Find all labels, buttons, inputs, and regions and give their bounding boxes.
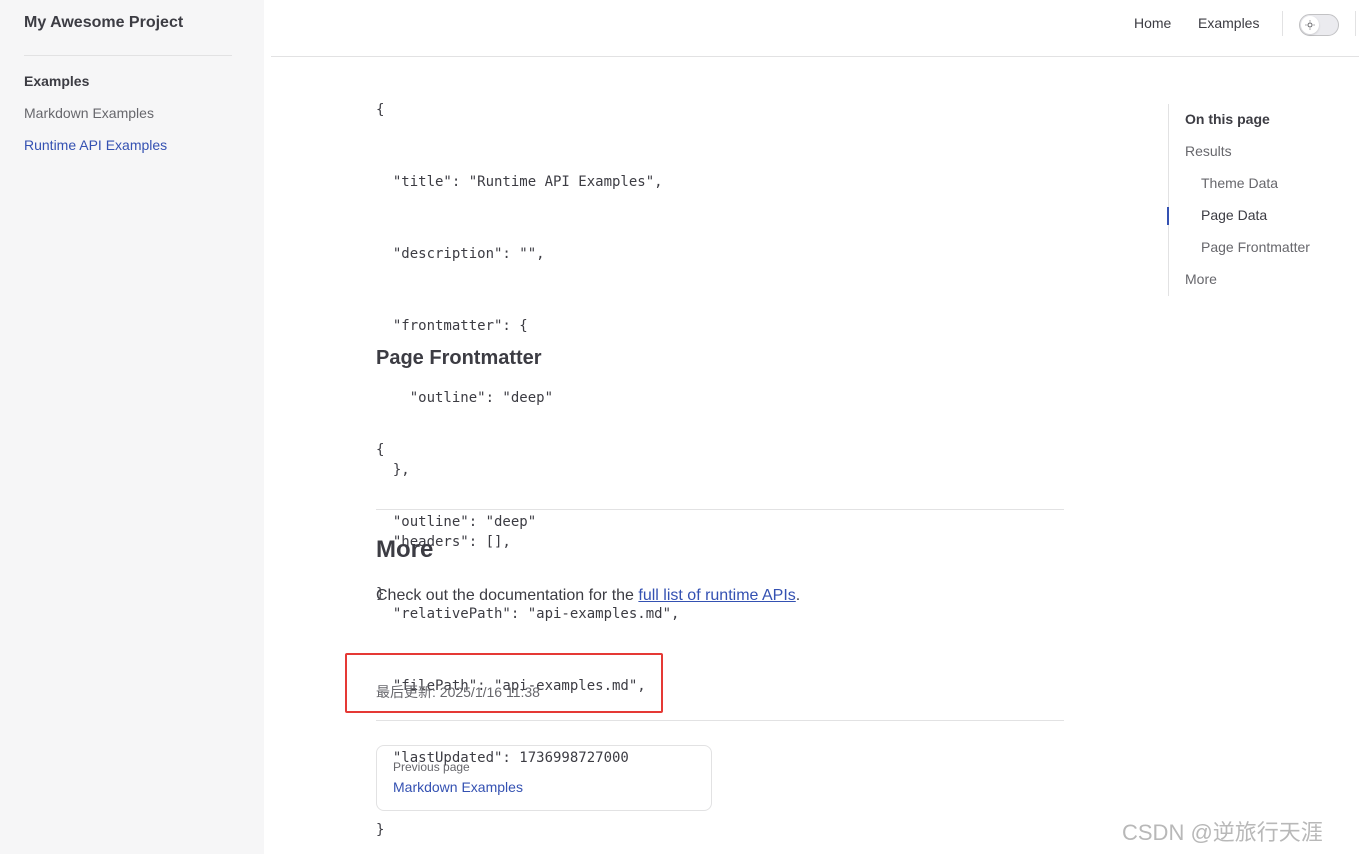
code-line: "outline": "deep" — [376, 514, 537, 530]
more-text: Check out the documentation for the — [376, 587, 639, 604]
code-line: } — [376, 822, 385, 838]
previous-page-title: Markdown Examples — [393, 779, 523, 795]
more-text-end: . — [795, 587, 801, 604]
outline-item-page-data[interactable]: Page Data — [1201, 207, 1267, 223]
code-line: { — [376, 102, 385, 118]
sun-icon — [1301, 16, 1319, 34]
sidebar-item-markdown-examples[interactable]: Markdown Examples — [24, 105, 154, 121]
nav-link-home[interactable]: Home — [1134, 15, 1171, 31]
outline-title: On this page — [1185, 111, 1270, 127]
heading-more: More — [376, 536, 434, 563]
outline-active-marker — [1167, 207, 1169, 225]
previous-page-link[interactable]: Previous page Markdown Examples — [376, 745, 712, 811]
outline-item-results[interactable]: Results — [1185, 143, 1232, 159]
runtime-apis-link[interactable]: full list of runtime APIs — [638, 587, 795, 604]
outline-item-page-frontmatter[interactable]: Page Frontmatter — [1201, 239, 1310, 255]
sidebar-divider — [24, 55, 232, 56]
footer-divider — [376, 720, 1064, 721]
code-line: "title": "Runtime API Examples", — [376, 174, 663, 190]
top-navbar — [271, 0, 1359, 57]
sidebar-item-runtime-api-examples[interactable]: Runtime API Examples — [24, 137, 167, 153]
more-paragraph: Check out the documentation for the full… — [376, 587, 800, 605]
nav-divider-right — [1355, 11, 1356, 36]
section-divider — [376, 509, 1064, 510]
page-outline — [1168, 104, 1358, 296]
nav-link-examples[interactable]: Examples — [1198, 15, 1259, 31]
theme-toggle[interactable] — [1299, 14, 1339, 36]
sidebar-group-title: Examples — [24, 73, 90, 89]
site-title[interactable]: My Awesome Project — [24, 14, 183, 32]
outline-item-more[interactable]: More — [1185, 271, 1217, 287]
watermark: CSDN @逆旅行天涯 — [1122, 820, 1323, 845]
heading-page-frontmatter: Page Frontmatter — [376, 347, 542, 369]
code-line: "frontmatter": { — [376, 318, 528, 334]
code-line: "description": "", — [376, 246, 545, 262]
previous-page-desc: Previous page — [393, 760, 470, 774]
outline-item-theme-data[interactable]: Theme Data — [1201, 175, 1278, 191]
sidebar: My Awesome Project Examples Markdown Exa… — [0, 0, 264, 854]
annotation-highlight-box — [345, 653, 663, 713]
nav-divider — [1282, 11, 1283, 36]
code-line: { — [376, 442, 385, 458]
